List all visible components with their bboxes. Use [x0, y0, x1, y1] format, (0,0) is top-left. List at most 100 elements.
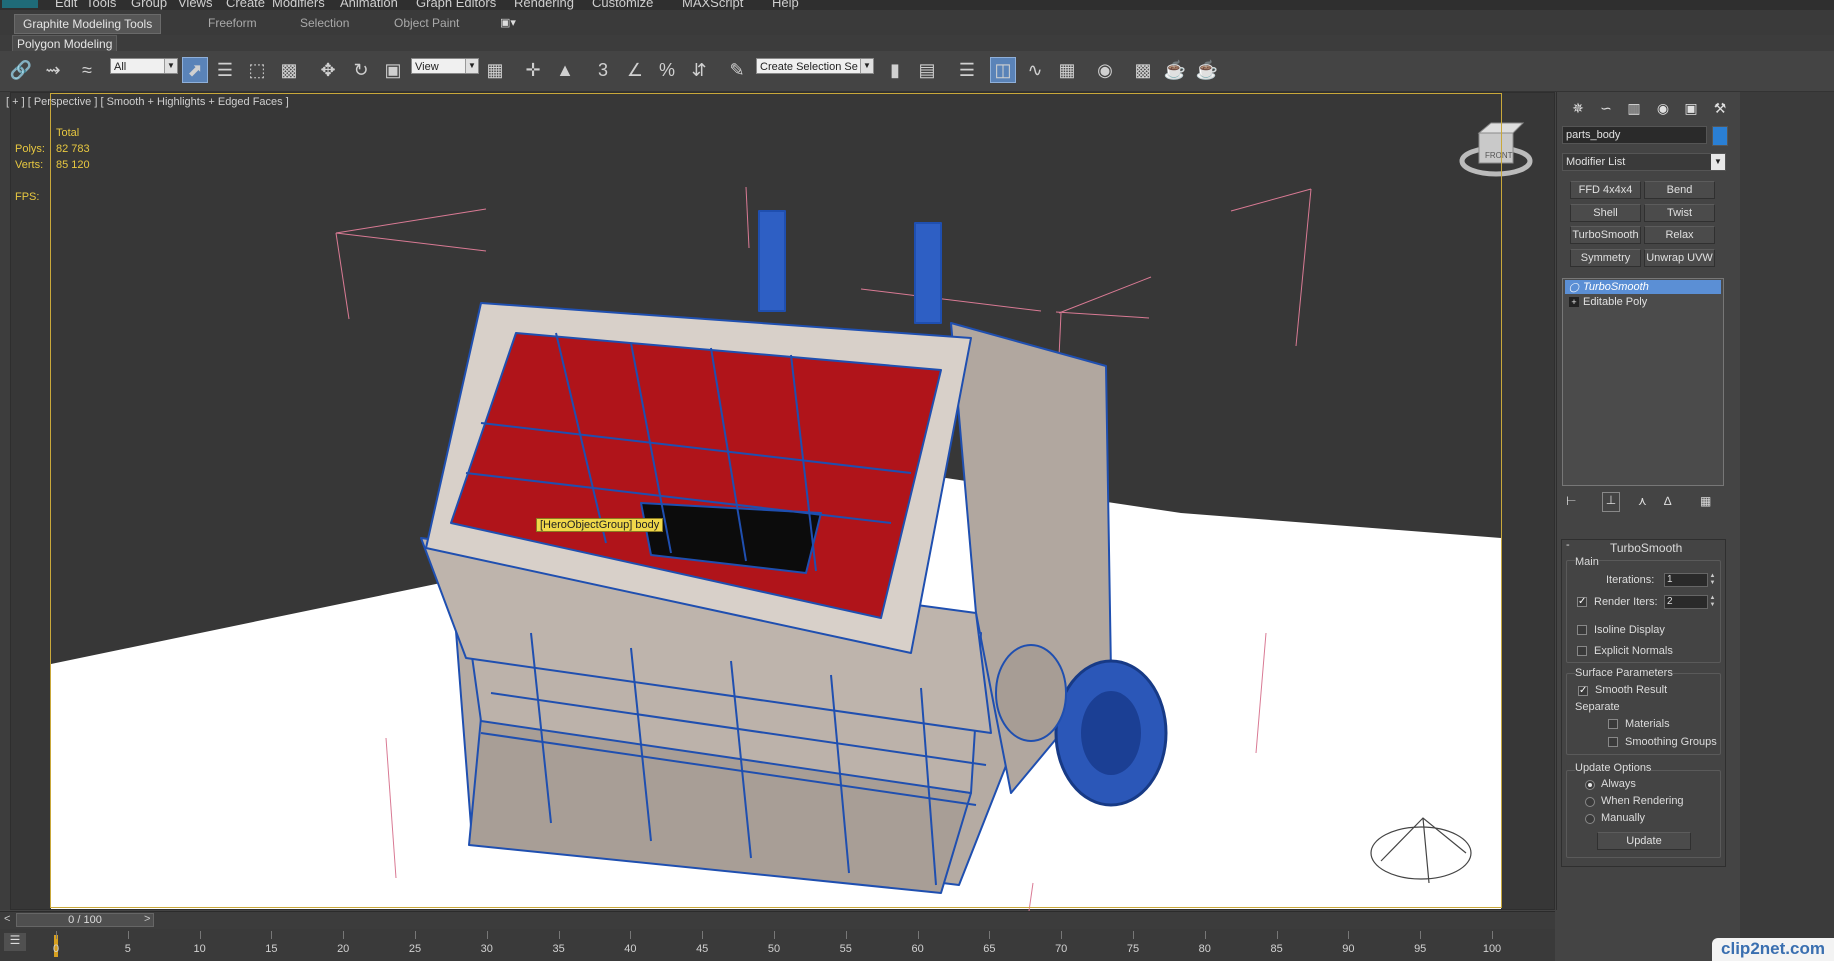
stack-item-editable-poly[interactable]: + Editable Poly	[1565, 295, 1721, 309]
scale-icon[interactable]: ▣	[380, 57, 406, 83]
render-setup-icon[interactable]: ▩	[1130, 57, 1156, 83]
pivot-center-icon[interactable]: ▦	[482, 57, 508, 83]
time-next-button[interactable]: >	[144, 913, 150, 925]
modify-tab-icon[interactable]: ∽	[1595, 97, 1617, 119]
tab-freeform[interactable]: Freeform	[200, 14, 265, 32]
relax-button[interactable]: Relax	[1644, 226, 1715, 244]
motion-tab-icon[interactable]: ◉	[1652, 97, 1674, 119]
tab-selection[interactable]: Selection	[292, 14, 357, 32]
graphite-ribbon-icon[interactable]: ◫	[990, 57, 1016, 83]
reference-coordinate-dropdown[interactable]: View ▼	[411, 58, 479, 74]
menu-edit[interactable]: Edit	[55, 0, 77, 10]
selection-filter-dropdown[interactable]: All ▼	[110, 58, 178, 74]
unwrap-uvw-button[interactable]: Unwrap UVW	[1644, 249, 1715, 267]
update-button[interactable]: Update	[1597, 832, 1691, 850]
mirror-icon[interactable]: ▮	[882, 57, 908, 83]
bind-space-warp-icon[interactable]: ≈	[74, 57, 100, 83]
expand-icon[interactable]: +	[1569, 297, 1579, 307]
bulb-icon[interactable]: ◯	[1569, 282, 1579, 292]
iterations-value: 1	[1667, 574, 1673, 585]
object-name-field[interactable]: parts_body	[1562, 126, 1707, 144]
twist-button[interactable]: Twist	[1644, 204, 1715, 222]
bend-button[interactable]: Bend	[1644, 181, 1715, 199]
render-production-icon[interactable]: ☕	[1194, 57, 1220, 83]
pin-stack-icon[interactable]: ⊢	[1566, 494, 1576, 508]
render-iters-checkbox[interactable]: ✓	[1577, 597, 1587, 607]
show-end-result-icon[interactable]: ⊥	[1602, 492, 1620, 512]
ribbon-toggle-icon[interactable]: ▣▾	[500, 16, 522, 30]
update-when-rendering-radio[interactable]	[1585, 797, 1595, 807]
iterations-spinner[interactable]: 1 ▲ ▼	[1664, 573, 1715, 587]
smooth-result-checkbox[interactable]: ✓	[1578, 686, 1588, 696]
select-manipulate-icon[interactable]: ✛	[520, 57, 546, 83]
rotate-icon[interactable]: ↻	[348, 57, 374, 83]
utilities-tab-icon[interactable]: ⚒	[1709, 97, 1731, 119]
update-always-radio[interactable]	[1585, 780, 1595, 790]
explicit-normals-checkbox[interactable]	[1577, 646, 1587, 656]
menu-tools[interactable]: Tools	[86, 0, 116, 10]
menu-maxscript[interactable]: MAXScript	[682, 0, 743, 10]
menu-help[interactable]: Help	[772, 0, 799, 10]
smoothing-groups-checkbox[interactable]	[1608, 737, 1618, 747]
layer-manager-icon[interactable]: ☰	[954, 57, 980, 83]
spinner-snap-icon[interactable]: ⇵	[686, 57, 712, 83]
unlink-icon[interactable]: ⇝	[40, 57, 66, 83]
link-icon[interactable]: 🔗	[8, 57, 34, 83]
menu-create[interactable]: Create	[226, 0, 265, 10]
stack-item-turbosmooth[interactable]: ◯ TurboSmooth	[1565, 280, 1721, 294]
turbosmooth-button[interactable]: TurboSmooth	[1570, 226, 1641, 244]
schematic-view-icon[interactable]: ▦	[1054, 57, 1080, 83]
isoline-display-checkbox[interactable]	[1577, 625, 1587, 635]
turbosmooth-title[interactable]: TurboSmooth	[1610, 541, 1682, 555]
rollout-collapse-icon[interactable]: -	[1566, 539, 1570, 551]
tab-object-paint[interactable]: Object Paint	[386, 14, 467, 32]
symmetry-button[interactable]: Symmetry	[1570, 249, 1641, 267]
menu-views[interactable]: Views	[178, 0, 212, 10]
display-tab-icon[interactable]: ▣	[1680, 97, 1702, 119]
time-prev-button[interactable]: <	[4, 913, 10, 925]
time-slider[interactable]	[0, 911, 1555, 930]
configure-modifier-sets-icon[interactable]: ▦	[1700, 494, 1711, 508]
menu-rendering[interactable]: Rendering	[514, 0, 574, 10]
align-icon[interactable]: ▤	[914, 57, 940, 83]
materials-checkbox[interactable]	[1608, 719, 1618, 729]
mini-curve-editor-icon[interactable]: ☰	[4, 933, 26, 951]
make-unique-icon[interactable]: ⋏	[1638, 494, 1647, 508]
hierarchy-tab-icon[interactable]: ▥	[1623, 97, 1645, 119]
keyboard-shortcut-override-icon[interactable]: ▲	[552, 57, 578, 83]
perspective-viewport[interactable]: FRONT [HeroObjectGroup] body	[10, 92, 1555, 911]
rendered-frame-window-icon[interactable]: ☕	[1162, 57, 1188, 83]
edit-named-selection-icon[interactable]: ✎	[724, 57, 750, 83]
select-by-name-icon[interactable]: ☰	[212, 57, 238, 83]
timeline-tick-label: 20	[337, 943, 350, 955]
spinner-arrows-icon[interactable]: ▲ ▼	[1708, 595, 1717, 609]
menu-group[interactable]: Group	[131, 0, 167, 10]
remove-modifier-icon[interactable]: ∆	[1664, 494, 1671, 508]
update-manually-radio[interactable]	[1585, 814, 1595, 824]
curve-editor-icon[interactable]: ∿	[1022, 57, 1048, 83]
spinner-arrows-icon[interactable]: ▲ ▼	[1708, 573, 1717, 587]
create-tab-icon[interactable]: ✵	[1567, 97, 1589, 119]
app-logo-icon[interactable]	[2, 0, 38, 8]
menu-customize[interactable]: Customize	[592, 0, 653, 10]
ffd-button[interactable]: FFD 4x4x4	[1570, 181, 1641, 199]
viewport-label-menu[interactable]: [ + ] [ Perspective ] [ Smooth + Highlig…	[6, 96, 289, 108]
menu-graph-editors[interactable]: Graph Editors	[416, 0, 496, 10]
window-crossing-icon[interactable]: ▩	[276, 57, 302, 83]
object-color-swatch[interactable]	[1712, 126, 1728, 146]
menu-animation[interactable]: Animation	[340, 0, 398, 10]
percent-snap-icon[interactable]: %	[654, 57, 680, 83]
material-editor-icon[interactable]: ◉	[1092, 57, 1118, 83]
snap-toggle-icon[interactable]: 3	[590, 57, 616, 83]
shell-button[interactable]: Shell	[1570, 204, 1641, 222]
menu-modifiers[interactable]: Modifiers	[272, 0, 325, 10]
rectangular-selection-icon[interactable]: ⬚	[244, 57, 270, 83]
render-iters-spinner[interactable]: 2 ▲ ▼	[1664, 595, 1715, 609]
angle-snap-icon[interactable]: ∠	[622, 57, 648, 83]
named-selection-sets-input[interactable]: Create Selection Se ▼	[756, 58, 874, 74]
modifier-list-dropdown[interactable]: Modifier List ▼	[1562, 153, 1726, 171]
time-slider-thumb[interactable]: 0 / 100	[16, 913, 154, 927]
tab-graphite-modeling-tools[interactable]: Graphite Modeling Tools	[14, 14, 162, 34]
select-object-icon[interactable]: ⬈	[182, 57, 208, 83]
move-icon[interactable]: ✥	[315, 57, 341, 83]
